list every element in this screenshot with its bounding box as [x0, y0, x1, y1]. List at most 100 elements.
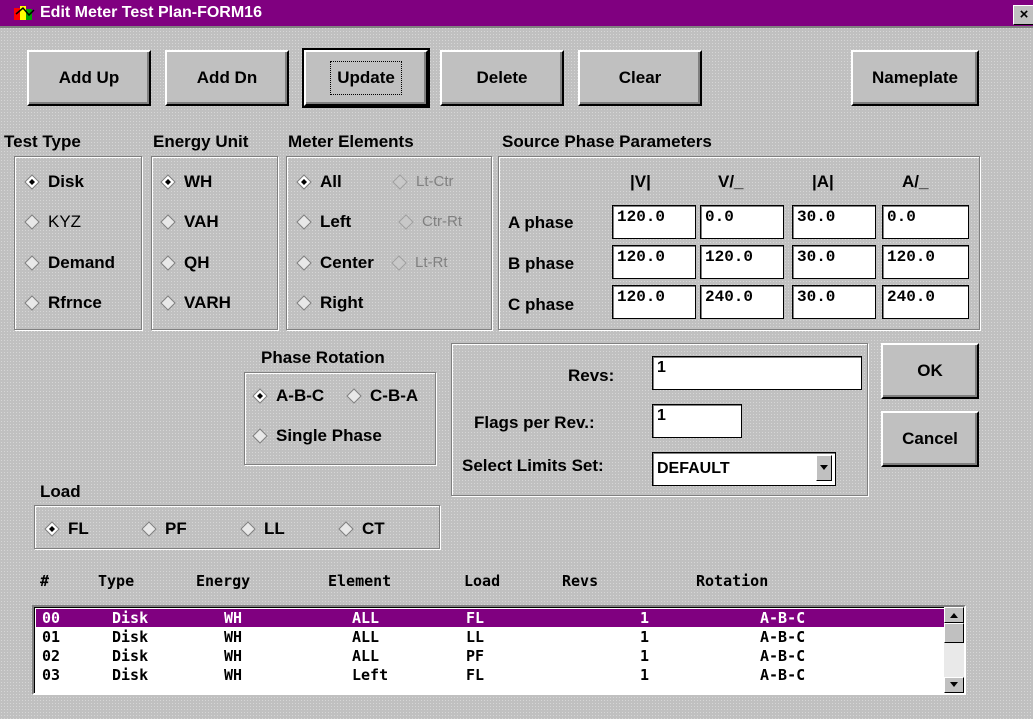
update-button[interactable]: Update — [302, 48, 430, 108]
radio-label: Demand — [48, 253, 116, 272]
table-row[interactable]: 00 Disk WH ALL FL 1 A-B-C — [36, 609, 944, 627]
title-bar[interactable]: Edit Meter Test Plan-FORM16 × — [0, 0, 1033, 28]
cell-element: ALL — [352, 628, 380, 646]
arrow-up-icon — [950, 613, 958, 618]
cell-energy: WH — [224, 666, 243, 684]
limits-set-select[interactable]: DEFAULT — [652, 452, 836, 486]
cell-rotation: A-B-C — [760, 609, 806, 627]
add-up-button[interactable]: Add Up — [27, 50, 151, 106]
test-type-rfrnce-radio[interactable]: Rfrnce — [24, 293, 102, 313]
column-header-number: # — [40, 572, 50, 590]
revs-input[interactable]: 1 — [652, 356, 862, 390]
table-row[interactable]: 02 Disk WH ALL PF 1 A-B-C — [36, 647, 944, 665]
column-header-element: Element — [328, 572, 392, 590]
cell-rotation: A-B-C — [760, 647, 806, 665]
meter-element-right-radio[interactable]: Right — [296, 293, 363, 313]
rotation-single-phase-radio[interactable]: Single Phase — [252, 426, 382, 446]
test-list[interactable]: 00 Disk WH ALL FL 1 A-B-C 01 Disk WH ALL… — [32, 605, 966, 695]
table-row[interactable]: 03 Disk WH Left FL 1 A-B-C — [36, 666, 944, 684]
add-dn-button[interactable]: Add Dn — [165, 50, 289, 106]
load-ll-radio[interactable]: LL — [240, 519, 285, 539]
energy-unit-title: Energy Unit — [153, 132, 249, 151]
meter-element-all-radio[interactable]: All — [296, 172, 342, 192]
update-button-label: Update — [330, 61, 402, 95]
radio-label: Right — [320, 293, 364, 312]
cell-element: ALL — [352, 647, 380, 665]
energy-unit-qh-radio[interactable]: QH — [160, 253, 210, 273]
ok-button[interactable]: OK — [881, 343, 979, 399]
cell-type: Disk — [112, 647, 149, 665]
radio-label: WH — [184, 172, 213, 191]
meter-element-lt-rt-radio: Lt-Rt — [391, 254, 448, 271]
a-phase-v-ang-field[interactable]: 0.0 — [700, 205, 784, 239]
chevron-down-icon — [820, 465, 828, 470]
a-phase-a-mag-field[interactable]: 30.0 — [792, 205, 876, 239]
c-phase-v-mag-field[interactable]: 120.0 — [612, 285, 696, 319]
table-row[interactable]: 01 Disk WH ALL LL 1 A-B-C — [36, 628, 944, 646]
test-type-demand-radio[interactable]: Demand — [24, 253, 115, 273]
list-scrollbar[interactable] — [944, 607, 964, 693]
col-v-angle: V/_ — [718, 172, 744, 191]
load-ct-radio[interactable]: CT — [338, 519, 385, 539]
radio-label: Rfrnce — [48, 293, 102, 312]
radio-disabled-icon — [392, 173, 408, 190]
load-fl-radio[interactable]: FL — [44, 519, 89, 539]
radio-disabled-icon — [398, 213, 414, 230]
energy-unit-varh-radio[interactable]: VARH — [160, 293, 231, 313]
select-limits-label: Select Limits Set: — [462, 456, 604, 475]
revs-label: Revs: — [568, 366, 615, 385]
c-phase-a-mag-field[interactable]: 30.0 — [792, 285, 876, 319]
load-pf-radio[interactable]: PF — [141, 519, 187, 539]
c-phase-label: C phase — [508, 295, 575, 314]
meter-elements-title: Meter Elements — [288, 132, 414, 151]
energy-unit-wh-radio[interactable]: WH — [160, 172, 212, 192]
test-type-title: Test Type — [4, 132, 81, 151]
radio-icon — [296, 295, 312, 311]
column-header-type: Type — [98, 572, 135, 590]
b-phase-a-mag-field[interactable]: 30.0 — [792, 245, 876, 279]
c-phase-v-ang-field[interactable]: 240.0 — [700, 285, 784, 319]
b-phase-v-mag-field[interactable]: 120.0 — [612, 245, 696, 279]
close-button[interactable]: × — [1013, 5, 1033, 25]
scroll-up-button[interactable] — [944, 607, 964, 623]
rotation-cba-radio[interactable]: C-B-A — [346, 386, 418, 406]
clear-button[interactable]: Clear — [578, 50, 702, 106]
rotation-abc-radio[interactable]: A-B-C — [252, 386, 324, 406]
cell-revs: 1 — [640, 609, 650, 627]
meter-element-center-radio[interactable]: Center — [296, 253, 374, 273]
radio-label: Center — [320, 253, 374, 272]
cell-type: Disk — [112, 628, 149, 646]
b-phase-a-ang-field[interactable]: 120.0 — [882, 245, 969, 279]
scroll-thumb[interactable] — [944, 623, 964, 643]
test-type-disk-radio[interactable]: Disk — [24, 172, 84, 192]
c-phase-a-ang-field[interactable]: 240.0 — [882, 285, 969, 319]
a-phase-label: A phase — [508, 213, 574, 232]
cancel-button[interactable]: Cancel — [881, 411, 979, 467]
delete-button[interactable]: Delete — [440, 50, 564, 106]
flags-per-rev-label: Flags per Rev.: — [474, 413, 595, 432]
radio-icon — [141, 521, 157, 537]
meter-element-left-radio[interactable]: Left — [296, 212, 351, 232]
radio-selected-icon — [24, 174, 40, 190]
radio-icon — [24, 255, 40, 271]
radio-label: A-B-C — [276, 386, 325, 405]
limits-dropdown-button[interactable] — [816, 455, 832, 481]
radio-label: VAH — [184, 212, 219, 231]
a-phase-a-ang-field[interactable]: 0.0 — [882, 205, 969, 239]
phase-rotation-title: Phase Rotation — [261, 348, 385, 367]
radio-label: QH — [184, 253, 210, 272]
test-type-kyz-radio[interactable]: KYZ — [24, 212, 81, 232]
flags-per-rev-input[interactable]: 1 — [652, 404, 742, 438]
b-phase-v-ang-field[interactable]: 120.0 — [700, 245, 784, 279]
cell-revs: 1 — [640, 647, 650, 665]
cell-type: Disk — [112, 609, 149, 627]
radio-icon — [160, 214, 176, 230]
test-list-header: # Type Energy Element Load Revs Rotation — [36, 570, 962, 596]
limits-set-value: DEFAULT — [657, 460, 730, 477]
energy-unit-vah-radio[interactable]: VAH — [160, 212, 219, 232]
radio-label: C-B-A — [370, 386, 419, 405]
nameplate-button[interactable]: Nameplate — [851, 50, 979, 106]
cell-energy: WH — [224, 647, 243, 665]
a-phase-v-mag-field[interactable]: 120.0 — [612, 205, 696, 239]
scroll-down-button[interactable] — [944, 677, 964, 693]
